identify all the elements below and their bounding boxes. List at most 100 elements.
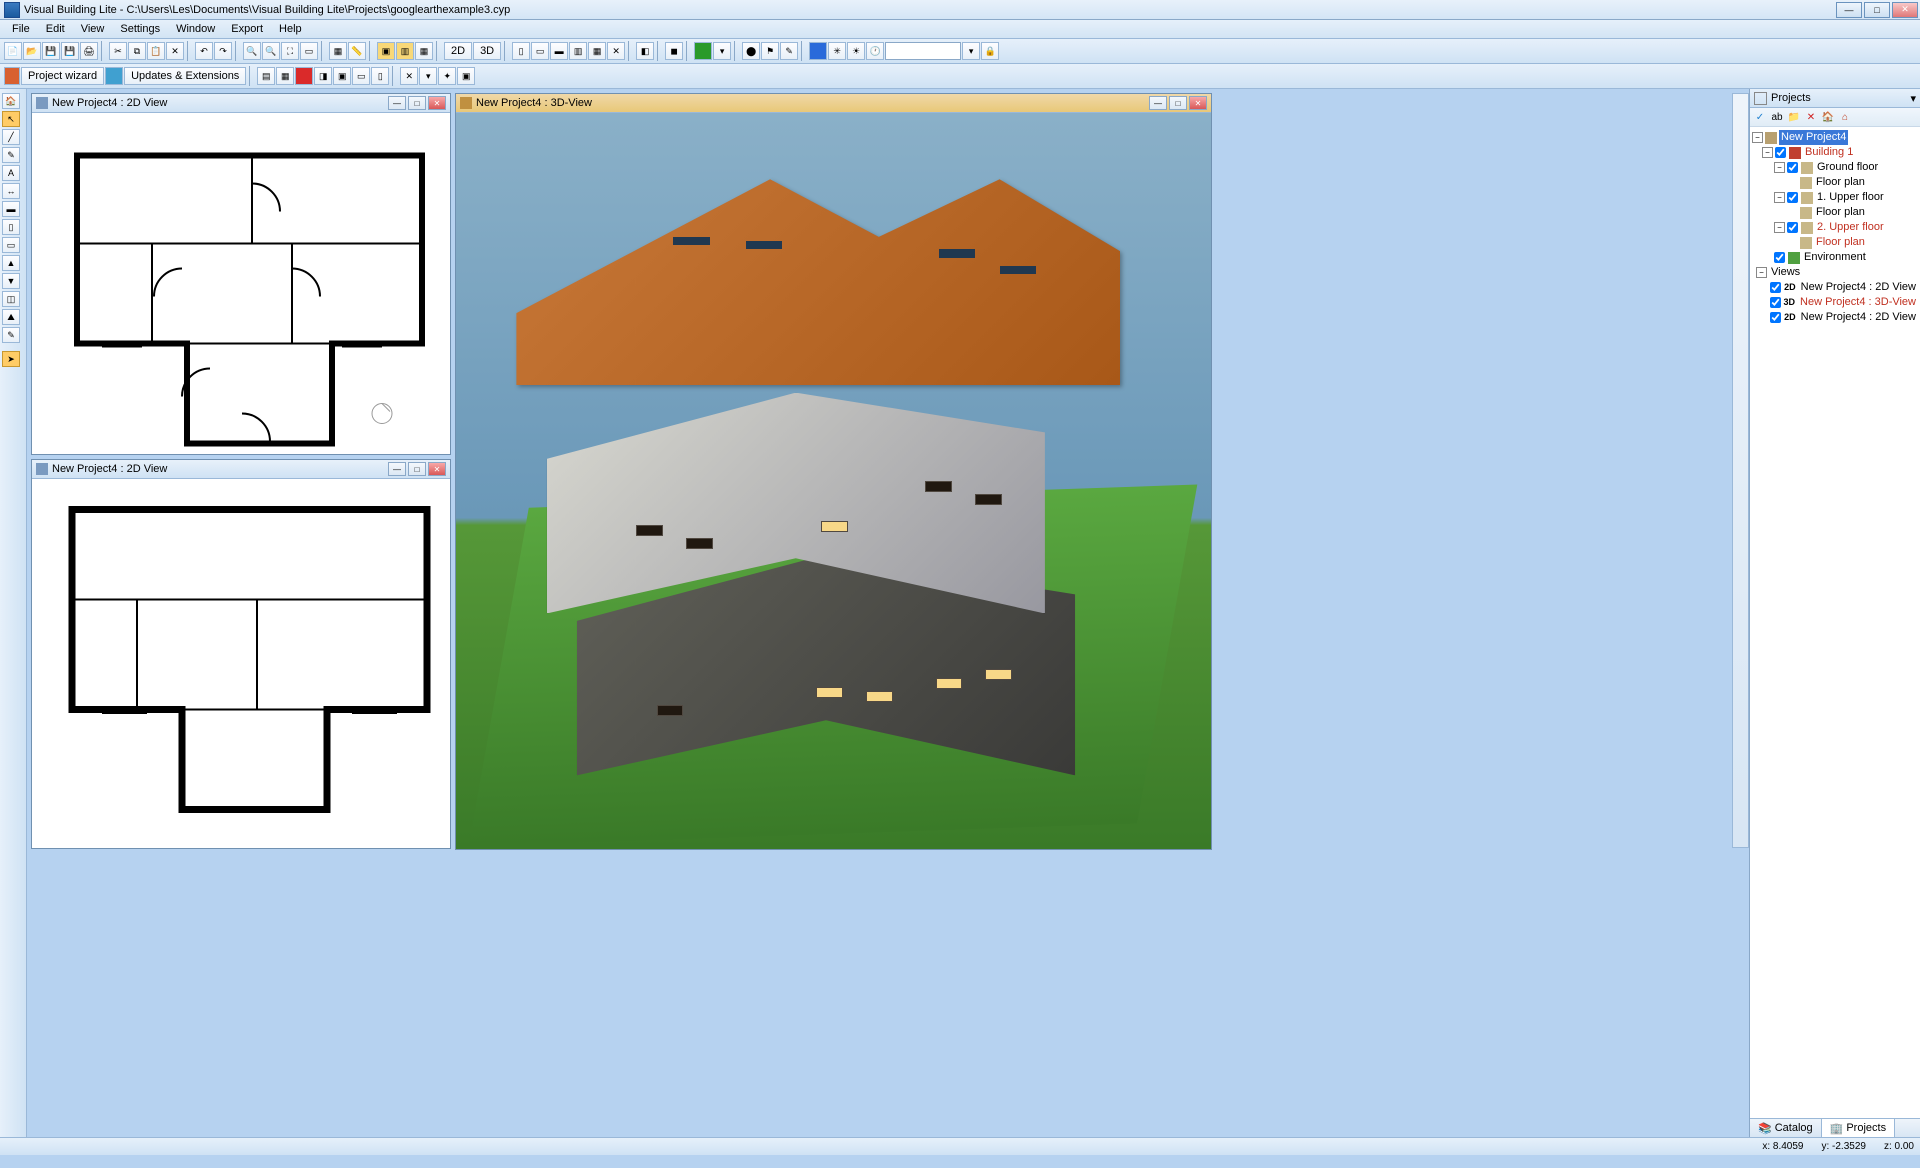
view-b-icon[interactable]: ▦ [276,67,294,85]
tileh-icon[interactable]: ▥ [569,42,587,60]
menu-settings[interactable]: Settings [112,21,168,37]
texture-icon[interactable]: ◼ [665,42,683,60]
undo-icon[interactable]: ↶ [195,42,213,60]
lock-icon[interactable]: 🔒 [981,42,999,60]
tree-check-gf[interactable] [1787,162,1798,173]
view-g-icon[interactable]: ▯ [371,67,389,85]
mode-3d-button[interactable]: 3D [473,42,501,60]
tool-y-icon[interactable]: ▣ [457,67,475,85]
clock-icon[interactable]: 🕐 [866,42,884,60]
snap-icon[interactable]: ▥ [396,42,414,60]
new-icon[interactable]: 📄 [4,42,22,60]
tree-upper1[interactable]: 1. Upper floor [1815,190,1886,205]
roof-tree-icon[interactable]: ⌂ [1838,110,1852,124]
globe-icon[interactable] [809,42,827,60]
maximize-button[interactable]: □ [1864,2,1890,18]
grid-icon[interactable]: ▦ [329,42,347,60]
tree-view-2d-a[interactable]: New Project4 : 2D View [1799,280,1918,295]
lt-dim-icon[interactable]: ↔ [2,183,20,199]
menu-export[interactable]: Export [223,21,271,37]
tool-a-icon[interactable]: ⬤ [742,42,760,60]
lt-door-icon[interactable]: ▯ [2,219,20,235]
tree-building[interactable]: Building 1 [1803,145,1855,160]
menu-window[interactable]: Window [168,21,223,37]
redo-icon[interactable]: ↷ [214,42,232,60]
win-b-min[interactable]: — [388,462,406,476]
tree-collapse-gf[interactable]: − [1774,162,1785,173]
close-button[interactable]: ✕ [1892,2,1918,18]
tree-u1-plan[interactable]: Floor plan [1814,205,1867,220]
window-2d-b-titlebar[interactable]: New Project4 : 2D View — □ ✕ [32,460,450,479]
lt-edit-icon[interactable]: ✎ [2,147,20,163]
tree-check-v3[interactable] [1770,312,1781,323]
paste-icon[interactable]: 📋 [147,42,165,60]
pin-icon[interactable] [1754,92,1767,105]
closeall-icon[interactable]: ✕ [607,42,625,60]
tree-view-3d[interactable]: New Project4 : 3D-View [1798,295,1918,310]
tree-view-2d-b[interactable]: New Project4 : 2D View [1799,310,1918,325]
tree-collapse-b1[interactable]: − [1762,147,1773,158]
lt-pointer-icon[interactable]: ➤ [2,351,20,367]
copy-icon[interactable]: ⧉ [128,42,146,60]
zoomin-icon[interactable]: 🔍 [243,42,261,60]
lt-col-icon[interactable]: ◫ [2,291,20,307]
menu-file[interactable]: File [4,21,38,37]
view-d-icon[interactable]: ◨ [314,67,332,85]
view-a-icon[interactable]: ▤ [257,67,275,85]
dropdown-icon[interactable]: ▾ [713,42,731,60]
cascade-icon[interactable]: ▯ [512,42,530,60]
open-icon[interactable]: 📂 [23,42,41,60]
window-3d-viewport[interactable] [456,113,1211,849]
cut-icon[interactable]: ✂ [109,42,127,60]
win-3d-min[interactable]: — [1149,96,1167,110]
window-2d-a-canvas[interactable] [32,113,450,454]
time-input[interactable] [885,42,961,60]
win-a-max[interactable]: □ [408,96,426,110]
tree-check-v2[interactable] [1770,297,1781,308]
tool-x-icon[interactable]: ✦ [438,67,456,85]
menu-view[interactable]: View [73,21,113,37]
zoomout-icon[interactable]: 🔍 [262,42,280,60]
select-icon[interactable]: ▣ [377,42,395,60]
tools-icon[interactable]: ✕ [400,67,418,85]
win-b-max[interactable]: □ [408,462,426,476]
menu-edit[interactable]: Edit [38,21,73,37]
view-c-icon[interactable] [295,67,313,85]
arrange-icon[interactable]: ▦ [588,42,606,60]
tree-collapse-u2[interactable]: − [1774,222,1785,233]
fillcolor-icon[interactable] [694,42,712,60]
tree-check-u1[interactable] [1787,192,1798,203]
window-2d-b-canvas[interactable] [32,479,450,848]
layer-icon[interactable]: ◧ [636,42,654,60]
tree-check-v1[interactable] [1770,282,1781,293]
ruler-icon[interactable]: 📏 [348,42,366,60]
menu-help[interactable]: Help [271,21,310,37]
tree-gf-plan[interactable]: Floor plan [1814,175,1867,190]
view-f-icon[interactable]: ▭ [352,67,370,85]
tree-upper2[interactable]: 2. Upper floor [1815,220,1886,235]
saveas-icon[interactable]: 💾 [61,42,79,60]
compass-icon[interactable]: ✳ [828,42,846,60]
tree-collapse-views[interactable]: − [1756,267,1767,278]
tree-environment[interactable]: Environment [1802,250,1868,265]
tree-views[interactable]: Views [1769,265,1802,280]
lt-select-icon[interactable]: ↖ [2,111,20,127]
lt-fill-icon[interactable]: ✎ [2,327,20,343]
folder-icon[interactable]: 📁 [1787,110,1801,124]
lt-window-icon[interactable]: ▭ [2,237,20,253]
lt-text-icon[interactable]: A [2,165,20,181]
dropdown3-icon[interactable]: ▾ [419,67,437,85]
lt-stair-icon[interactable]: ▼ [2,273,20,289]
lt-house-icon[interactable]: 🏠 [2,93,20,109]
delete-tree-icon[interactable]: ✕ [1804,110,1818,124]
check-icon[interactable]: ✓ [1753,110,1767,124]
window-3d-titlebar[interactable]: New Project4 : 3D-View — □ ✕ [456,94,1211,113]
zoomwin-icon[interactable]: ▭ [300,42,318,60]
panel-dropdown-icon[interactable]: ▾ [1910,92,1916,105]
tab-catalog[interactable]: 📚Catalog [1750,1119,1822,1137]
tree-collapse-root[interactable]: − [1752,132,1763,143]
window-2d-a-titlebar[interactable]: New Project4 : 2D View — □ ✕ [32,94,450,113]
win-a-min[interactable]: — [388,96,406,110]
tree-check-u2[interactable] [1787,222,1798,233]
tile-icon[interactable]: ▭ [531,42,549,60]
